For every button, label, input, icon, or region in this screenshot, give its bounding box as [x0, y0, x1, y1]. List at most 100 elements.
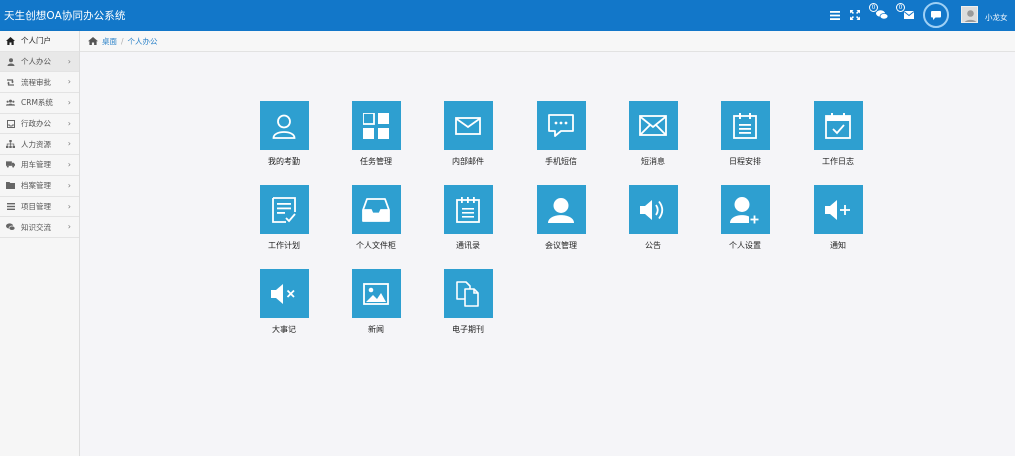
sidebar-item-project[interactable]: 项目管理 › — [0, 197, 79, 218]
app-tile-label: 通知 — [830, 241, 846, 250]
breadcrumb-separator: / — [121, 36, 124, 46]
envelope-icon — [443, 101, 493, 150]
person-icon — [536, 185, 586, 234]
sidebar-item-label: 个人办公 — [21, 57, 51, 67]
sms-icon — [536, 101, 586, 150]
app-tile-attendance[interactable]: 我的考勤 — [249, 101, 319, 167]
sidebar-item-personal-office[interactable]: 个人办公 › — [0, 51, 79, 73]
list-icon — [6, 202, 15, 211]
sidebar-item-workflow[interactable]: 流程审批 › — [0, 72, 79, 94]
envelope-large-icon — [628, 101, 678, 150]
chevron-right-icon: › — [67, 56, 71, 66]
user-avatar[interactable] — [961, 6, 978, 23]
chat-bubbles-icon[interactable]: 0 — [869, 3, 891, 24]
app-grid: 我的考勤 任务管理 内部邮件 手机短信 短消息 日程安排 工作日志 工作计划 个… — [80, 52, 1015, 456]
app-tile-work-plan[interactable]: 工作计划 — [249, 185, 319, 251]
app-tile-sms[interactable]: 手机短信 — [526, 101, 596, 167]
user-icon — [6, 57, 15, 66]
menu-icon[interactable] — [826, 6, 844, 24]
inbox-tray-icon — [351, 185, 401, 234]
users-icon — [6, 98, 15, 107]
sidebar-item-portal[interactable]: 个人门户 — [0, 31, 79, 52]
app-tile-label: 个人文件柜 — [356, 241, 396, 250]
sidebar-item-vehicle[interactable]: 用车管理 › — [0, 155, 79, 176]
files-icon — [443, 269, 493, 318]
app-tile-label: 通讯录 — [456, 241, 480, 250]
app-tile-contacts[interactable]: 通讯录 — [433, 185, 503, 251]
message-count-badge: 0 — [869, 3, 878, 12]
chevron-right-icon: › — [67, 201, 71, 211]
sidebar-item-label: 流程审批 — [21, 77, 51, 87]
app-tile-e-journal[interactable]: 电子期刊 — [433, 269, 503, 335]
sidebar-item-label: 档案管理 — [21, 181, 51, 191]
home-icon — [88, 37, 98, 45]
chevron-right-icon: › — [67, 98, 71, 108]
app-tile-personal-settings[interactable]: 个人设置 — [710, 185, 780, 251]
app-tile-label: 个人设置 — [729, 241, 761, 250]
fullscreen-icon[interactable] — [846, 6, 864, 24]
sidebar-item-label: CRM系统 — [21, 98, 53, 108]
volume-off-icon — [259, 269, 309, 318]
app-tile-label: 新闻 — [368, 325, 384, 334]
app-tile-label: 大事记 — [272, 325, 296, 334]
sidebar-item-archive[interactable]: 档案管理 › — [0, 176, 79, 197]
app-tile-label: 内部邮件 — [452, 157, 484, 166]
app-tile-schedule[interactable]: 日程安排 — [710, 101, 780, 167]
chevron-right-icon: › — [67, 222, 71, 232]
app-tile-internal-mail[interactable]: 内部邮件 — [433, 101, 503, 167]
grid-icon — [351, 101, 401, 150]
app-tile-label: 我的考勤 — [268, 157, 300, 166]
sidebar-item-label: 用车管理 — [21, 160, 51, 170]
comments-icon — [6, 223, 15, 232]
breadcrumb-home-link[interactable]: 桌面 — [102, 36, 117, 47]
chevron-right-icon: › — [67, 160, 71, 170]
sidebar-item-label: 个人门户 — [21, 36, 51, 46]
chevron-right-icon: › — [67, 180, 71, 190]
app-tile-meeting[interactable]: 会议管理 — [526, 185, 596, 251]
app-tile-events[interactable]: 大事记 — [249, 269, 319, 335]
app-tile-label: 公告 — [645, 241, 661, 250]
sidebar-item-label: 人力资源 — [21, 139, 51, 149]
person-add-icon — [720, 185, 770, 234]
chevron-right-icon: › — [67, 139, 71, 149]
breadcrumb: 桌面 / 个人办公 — [80, 31, 1015, 52]
notepad-icon — [443, 185, 493, 234]
app-tile-short-message[interactable]: 短消息 — [618, 101, 688, 167]
app-tile-announcement[interactable]: 公告 — [618, 185, 688, 251]
app-tile-file-cabinet[interactable]: 个人文件柜 — [341, 185, 411, 251]
volume-up-icon — [628, 185, 678, 234]
app-tile-label: 工作计划 — [268, 241, 300, 250]
sidebar-item-admin[interactable]: 行政办公 › — [0, 114, 79, 135]
plan-icon — [259, 185, 309, 234]
sidebar: 个人门户 个人办公 › 流程审批 › CRM系统 › 行政办公 › 人力资源 ›… — [0, 31, 80, 456]
calendar-check-icon — [813, 101, 863, 150]
user-name[interactable]: 小龙女 — [985, 12, 1008, 23]
truck-icon — [6, 160, 15, 169]
app-title: 天生创想OA协同办公系统 — [4, 10, 126, 22]
chat-icon[interactable] — [923, 2, 949, 28]
home-icon — [6, 36, 15, 45]
chevron-right-icon: › — [67, 77, 71, 87]
sidebar-item-crm[interactable]: CRM系统 › — [0, 93, 79, 114]
chevron-right-icon: › — [67, 118, 71, 128]
app-tile-tasks[interactable]: 任务管理 — [341, 101, 411, 167]
top-header: 天生创想OA协同办公系统 0 0 小龙女 — [0, 0, 1015, 31]
sidebar-item-knowledge[interactable]: 知识交流 › — [0, 217, 79, 238]
sidebar-item-hr[interactable]: 人力资源 › — [0, 134, 79, 156]
schedule-icon — [720, 101, 770, 150]
app-tile-label: 工作日志 — [822, 157, 854, 166]
sidebar-item-label: 知识交流 — [21, 222, 51, 232]
user-outline-icon — [259, 101, 309, 150]
mail-count-badge: 0 — [896, 3, 905, 12]
app-tile-news[interactable]: 新闻 — [341, 269, 411, 335]
folder-icon — [6, 181, 15, 190]
sidebar-item-label: 行政办公 — [21, 119, 51, 129]
breadcrumb-current: 个人办公 — [127, 36, 158, 46]
app-tile-work-log[interactable]: 工作日志 — [803, 101, 873, 167]
app-tile-label: 手机短信 — [545, 157, 577, 166]
app-tile-label: 日程安排 — [729, 157, 761, 166]
inbox-icon — [6, 119, 15, 128]
mail-icon[interactable]: 0 — [896, 3, 918, 24]
sitemap-icon — [6, 140, 15, 149]
app-tile-notice[interactable]: 通知 — [803, 185, 873, 251]
